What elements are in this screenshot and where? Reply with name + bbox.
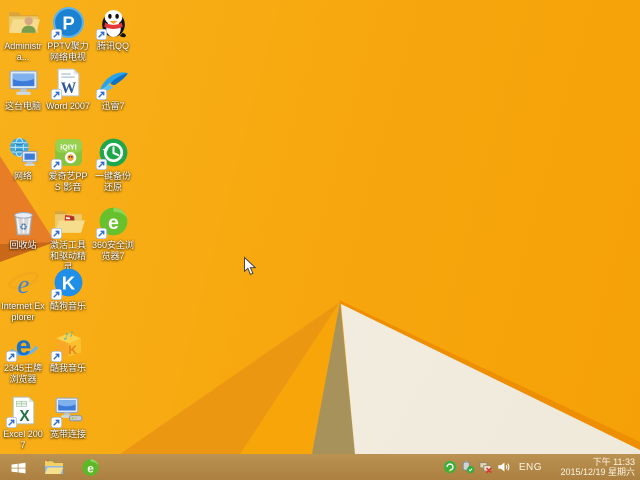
shortcut-arrow-icon [50,89,62,100]
svg-text:W: W [60,80,76,97]
svg-text:e: e [15,330,30,361]
icon-label: 酷我音乐 [49,363,86,373]
recycle-bin-icon: ♻ [13,211,33,236]
icon-label: 2345王牌浏览器 [3,363,43,384]
usb-device-tray-button[interactable] [460,459,476,475]
volume-icon [498,462,510,472]
360-browser-icon: e [81,458,99,476]
shortcut-arrow-icon [50,289,62,300]
clock-date: 2015/12/19 星期六 [560,467,635,477]
desktop-icon-broadband[interactable]: 宽带连接 [46,394,90,440]
svg-text:e: e [87,461,94,475]
desktop-icon-network[interactable]: 网络 [1,136,45,182]
windows-start-icon [11,462,25,473]
360-safety-tray-button[interactable] [442,459,458,475]
system-tray: ENG 下午 11:33 2015/12/19 星期六 [441,454,640,480]
svg-text:♪: ♪ [63,331,69,342]
desktop-icon-kuwo[interactable]: K ♪ ♪ 酷我音乐 [46,328,90,374]
desktop-icon-this-pc[interactable]: 这台电脑 [1,66,45,112]
icon-label: 腾讯QQ [96,41,129,51]
shortcut-arrow-icon [5,417,17,428]
svg-text:e: e [17,269,29,299]
taskbar-360-browser-button[interactable]: e [72,454,108,480]
icon-label: 酷狗音乐 [49,301,86,311]
taskbar-clock[interactable]: 下午 11:33 2015/12/19 星期六 [549,457,635,477]
icon-label: 这台电脑 [4,101,41,111]
icon-label: 迅雷7 [101,101,125,111]
shortcut-arrow-icon [50,417,62,428]
icon-label: Word 2007 [46,101,90,111]
icon-label: 网络 [13,171,32,181]
svg-text:♻: ♻ [19,222,27,233]
icon-label: Administra... [4,41,42,62]
desktop-icon-recycle-bin[interactable]: ♻ 回收站 [1,205,45,251]
svg-text:K: K [68,343,77,357]
desktop-icon-kugou[interactable]: K 酷狗音乐 [46,266,90,312]
icon-label: Excel 2007 [3,429,43,450]
shortcut-arrow-icon [95,29,107,40]
desktop-icon-backup-restore[interactable]: 一键备份还原 [91,136,135,193]
shortcut-arrow-icon [95,159,107,170]
network-disconnected-icon [479,462,492,474]
shortcut-arrow-icon [5,351,17,362]
desktop-icon-2345-browser[interactable]: e 2345王牌浏览器 [1,328,45,385]
icon-label: 宽带连接 [49,429,86,439]
file-explorer-icon [45,459,63,474]
svg-text:K: K [61,273,75,294]
start-button[interactable] [0,454,36,480]
user-folder-icon [8,12,40,33]
taskbar-file-explorer-button[interactable] [36,454,72,480]
icon-label: 爱奇艺PPS 影音 [48,171,88,192]
volume-tray-button[interactable] [496,459,512,475]
usb-ok-icon [462,460,475,474]
shortcut-arrow-icon [95,89,107,100]
language-indicator[interactable]: ENG [519,462,542,473]
this-pc-icon [9,70,37,95]
shortcut-arrow-icon [50,29,62,40]
svg-text:♪: ♪ [69,329,74,338]
desktop-icon-iqiyi-pps[interactable]: iQIYI 爱奇艺PPS 影音 [46,136,90,193]
icon-label: PPTV聚力 网络电视 [47,41,89,62]
clock-time: 下午 11:33 [592,457,635,467]
desktop-icon-pptv[interactable]: P PPTV聚力 网络电视 [46,6,90,63]
desktop-icon-360-browser[interactable]: e 360安全浏览器7 [91,205,135,262]
svg-text:e: e [108,212,119,234]
desktop-icon-administrator[interactable]: Administra... [1,6,45,63]
ie-icon: e [7,269,39,299]
shortcut-arrow-icon [50,228,62,239]
desktop-icon-activation-tools[interactable]: 激活工具和驱动精灵 [46,205,90,273]
desktop-icon-xunlei[interactable]: 迅雷7 [91,66,135,112]
icon-label: 一键备份还原 [94,171,131,192]
shortcut-arrow-icon [50,159,62,170]
network-tray-button[interactable] [478,459,494,475]
desktop-icon-excel-2007[interactable]: X Excel 2007 [1,394,45,451]
svg-text:X: X [19,408,30,425]
shortcut-arrow-icon [50,351,62,362]
shortcut-arrow-icon [95,228,107,239]
desktop-icon-internet-explorer[interactable]: e Internet Explorer [1,266,45,323]
desktop-icon-word-2007[interactable]: W Word 2007 [46,66,90,112]
svg-text:iQIYI: iQIYI [60,142,76,151]
taskbar: e ENG 下午 11:33 2015/12/19 星期六 [0,454,640,480]
icon-label: 回收站 [9,240,37,250]
svg-text:P: P [62,13,74,34]
icon-label: Internet Explorer [1,301,45,322]
icon-label: 360安全浏览器7 [91,240,135,261]
network-icon [9,137,37,166]
desktop-icon-qq[interactable]: 腾讯QQ [91,6,135,52]
360-safety-icon [443,460,456,474]
